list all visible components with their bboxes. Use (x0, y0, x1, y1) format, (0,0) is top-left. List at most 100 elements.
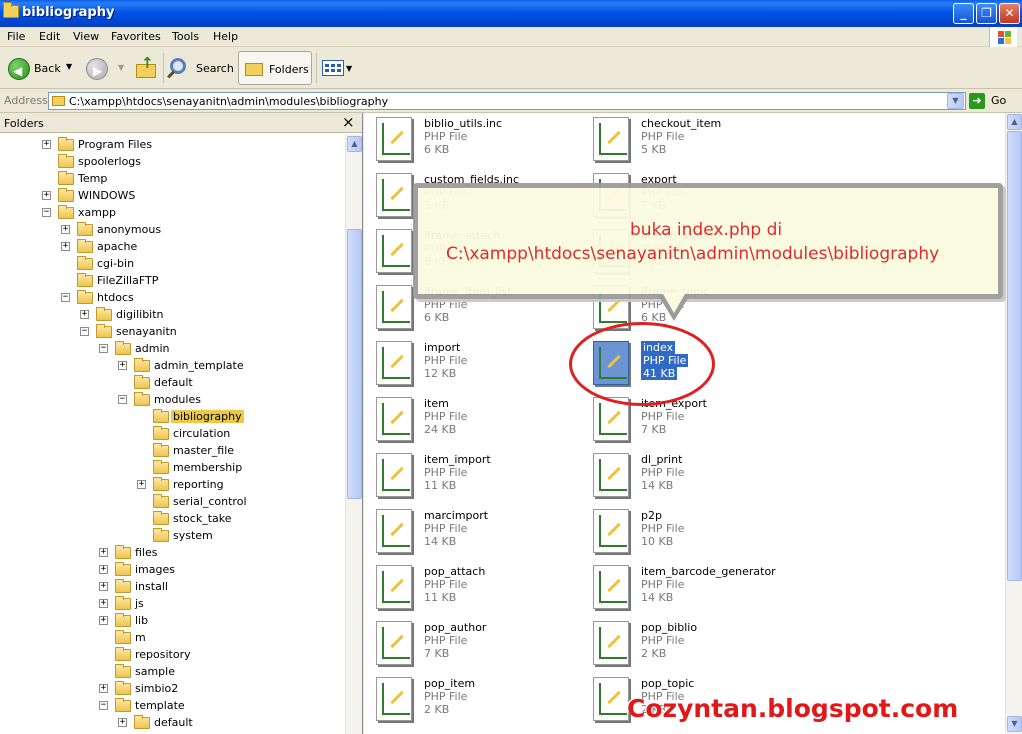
collapse-icon[interactable]: − (80, 327, 89, 336)
menu-help[interactable]: Help (213, 30, 238, 43)
close-pane-icon[interactable]: × (342, 113, 355, 131)
file-type: PHP File (424, 466, 468, 479)
tree-item-label: sample (135, 665, 175, 678)
expand-icon[interactable]: + (61, 225, 70, 234)
search-button[interactable]: Search (166, 53, 234, 83)
window-title: bibliography (22, 5, 115, 20)
collapse-icon[interactable]: − (99, 344, 108, 353)
folder-icon (115, 596, 131, 610)
file-item[interactable]: pop_biblio PHP File 2 KB (593, 621, 803, 675)
folder-icon (153, 494, 169, 508)
tree-item-label: anonymous (97, 223, 162, 236)
file-name: dl_print (641, 453, 683, 466)
tree-item-label: FileZillaFTP (97, 274, 159, 287)
forward-button[interactable]: ▶ (86, 58, 108, 80)
file-item[interactable]: marcimport PHP File 14 KB (376, 509, 586, 563)
file-item[interactable]: import PHP File 12 KB (376, 341, 586, 395)
folders-scrollbar[interactable]: ▲ ▼ (345, 134, 362, 734)
expand-icon[interactable]: + (99, 616, 108, 625)
tree-item-label: template (135, 699, 185, 712)
file-item[interactable]: item PHP File 24 KB (376, 397, 586, 451)
menu-view[interactable]: View (73, 30, 99, 43)
php-file-icon (593, 509, 629, 553)
file-name: pop_topic (641, 677, 695, 690)
menu-bar: File Edit View Favorites Tools Help (0, 27, 1022, 47)
menu-favorites[interactable]: Favorites (111, 30, 161, 43)
scroll-up-button[interactable]: ▲ (1007, 114, 1022, 130)
expand-icon[interactable]: + (80, 310, 89, 319)
expand-icon[interactable]: + (137, 480, 146, 489)
menu-file[interactable]: File (7, 30, 25, 43)
collapse-icon[interactable]: − (118, 395, 127, 404)
up-folder-button[interactable]: ↑ (133, 54, 159, 82)
scroll-up-button[interactable]: ▲ (347, 136, 362, 152)
expand-icon[interactable]: + (99, 582, 108, 591)
php-file-icon (593, 565, 629, 609)
windows-logo-icon (989, 27, 1017, 47)
file-item[interactable]: pop_attach PHP File 11 KB (376, 565, 586, 619)
menu-edit[interactable]: Edit (39, 30, 60, 43)
expand-icon[interactable]: + (99, 548, 108, 557)
file-item[interactable]: item_barcode_generator PHP File 14 KB (593, 565, 803, 619)
folder-icon (153, 443, 169, 457)
file-item[interactable]: item_import PHP File 11 KB (376, 453, 586, 507)
chevron-down-icon[interactable]: ▼ (66, 62, 72, 71)
chevron-down-icon[interactable]: ▼ (346, 64, 352, 73)
go-arrow-icon: ➜ (969, 93, 985, 109)
file-type: PHP File (641, 634, 685, 647)
expand-icon[interactable]: + (42, 191, 51, 200)
tree-item-label: master_file (173, 444, 235, 457)
file-item[interactable]: item_export PHP File 7 KB (593, 397, 803, 451)
expand-icon[interactable]: + (118, 718, 127, 727)
back-button[interactable]: ◀ Back ▼ (4, 53, 78, 83)
expand-icon[interactable]: + (118, 361, 127, 370)
tree-item-label: images (135, 563, 175, 576)
file-item[interactable]: pop_item PHP File 2 KB (376, 677, 586, 731)
scroll-down-button[interactable]: ▼ (1007, 716, 1022, 732)
file-type: PHP File (641, 130, 685, 143)
file-type: PHP File (424, 410, 468, 423)
go-button[interactable]: ➜ Go (969, 92, 1019, 110)
file-type: PHP File (424, 130, 468, 143)
expand-icon[interactable]: + (42, 140, 51, 149)
php-file-icon (376, 341, 412, 385)
file-item[interactable]: biblio_utils.inc PHP File 6 KB (376, 117, 586, 171)
collapse-icon[interactable]: − (61, 293, 70, 302)
expand-icon[interactable]: + (99, 565, 108, 574)
folders-button[interactable]: Folders (238, 51, 312, 85)
file-item[interactable]: checkout_item PHP File 5 KB (593, 117, 803, 171)
folder-icon (153, 477, 169, 491)
tree-item-label: admin_template (154, 359, 244, 372)
address-dropdown-button[interactable]: ▼ (947, 93, 964, 109)
expand-icon[interactable]: + (61, 242, 70, 251)
callout-line2: C:\xampp\htdocs\senayanitn\admin\modules… (446, 244, 940, 264)
collapse-icon[interactable]: − (42, 208, 51, 217)
address-field[interactable]: C:\xampp\htdocs\senayanitn\admin\modules… (48, 92, 966, 110)
collapse-icon[interactable]: − (99, 701, 108, 710)
folder-icon (77, 273, 93, 287)
folder-icon (115, 562, 131, 576)
chevron-down-icon[interactable]: ▼ (118, 63, 124, 72)
php-file-icon (376, 229, 412, 273)
folder-icon (153, 460, 169, 474)
maximize-button[interactable]: ❐ (976, 3, 997, 24)
folder-icon (58, 137, 74, 151)
close-button[interactable]: ✕ (999, 3, 1020, 24)
menu-tools[interactable]: Tools (172, 30, 199, 43)
folder-icon (115, 681, 131, 695)
files-scrollbar[interactable]: ▲ ▼ (1005, 113, 1022, 734)
php-file-icon (376, 509, 412, 553)
minimize-button[interactable]: _ (953, 3, 974, 24)
callout-line1: buka index.php di (630, 220, 783, 240)
scroll-thumb[interactable] (347, 229, 362, 499)
expand-icon[interactable]: + (99, 684, 108, 693)
file-item[interactable]: p2p PHP File 10 KB (593, 509, 803, 563)
file-size: 2 KB (641, 647, 667, 660)
scroll-thumb[interactable] (1007, 131, 1022, 581)
tree-item-label: WINDOWS (78, 189, 136, 202)
file-item[interactable]: dl_print PHP File 14 KB (593, 453, 803, 507)
file-item[interactable]: pop_author PHP File 7 KB (376, 621, 586, 675)
expand-icon[interactable]: + (99, 599, 108, 608)
toolbar: ◀ Back ▼ ▶ ▼ ↑ Search Folders ▼ (0, 47, 1022, 89)
views-button[interactable]: ▼ (320, 55, 354, 81)
